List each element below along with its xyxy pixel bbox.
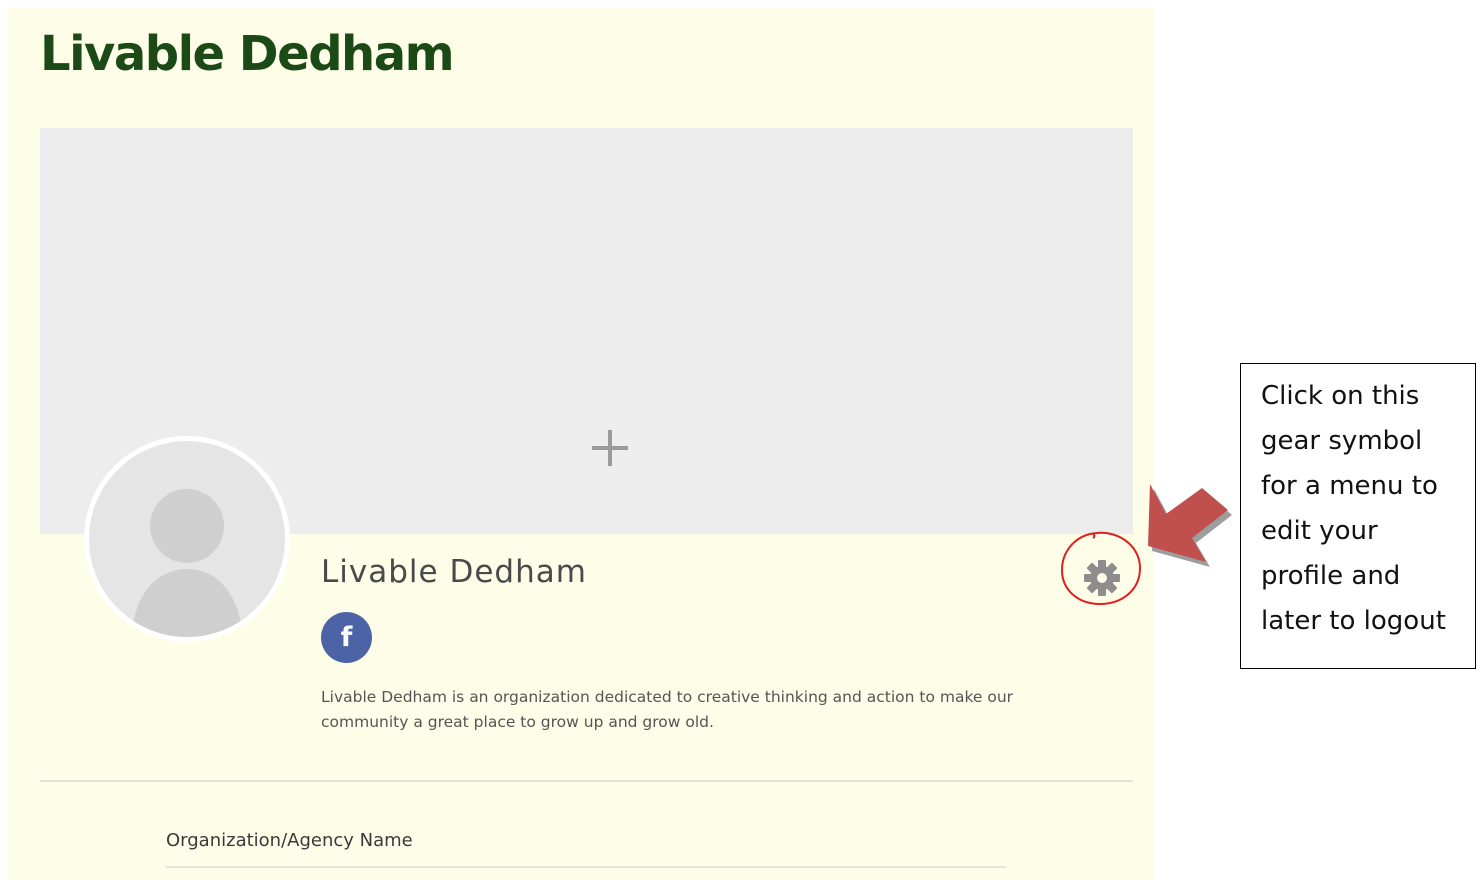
user-silhouette-icon [131,489,243,637]
callout-line: profile and [1261,561,1401,591]
callout-line: gear symbol [1261,426,1423,456]
organization-name-underline [166,866,1006,868]
gear-highlight-circle [1060,531,1142,606]
plus-icon[interactable] [590,428,630,468]
site-title[interactable]: Livable Dedham [40,26,455,82]
facebook-glyph: f [340,622,353,653]
profile-avatar[interactable] [84,436,290,642]
section-divider [40,780,1133,782]
organization-name-label: Organization/Agency Name [166,830,413,851]
callout-line: edit your [1261,516,1378,546]
profile-name: Livable Dedham [321,554,587,590]
annotation-arrow-icon [1148,484,1232,567]
annotation-callout: Click on this gear symbol for a menu to … [1240,363,1476,669]
facebook-icon[interactable]: f [321,612,372,663]
callout-line: Click on this [1261,381,1420,411]
profile-description: Livable Dedham is an organization dedica… [321,688,1014,731]
profile-page: Livable Dedham Livable Dedham f Livable … [8,8,1154,880]
callout-line: later to logout [1261,606,1446,636]
callout-line: for a menu to [1261,471,1438,501]
